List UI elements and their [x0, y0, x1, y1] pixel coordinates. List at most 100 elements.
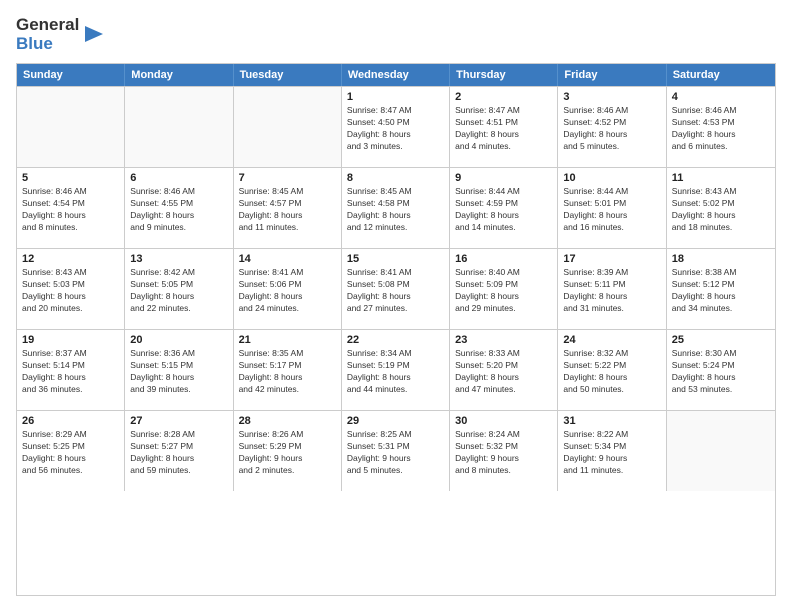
cell-info: Sunrise: 8:24 AMSunset: 5:32 PMDaylight:…	[455, 429, 552, 477]
calendar-cell-3-4: 23 Sunrise: 8:33 AMSunset: 5:20 PMDayligh…	[450, 330, 558, 410]
day-number: 16	[455, 253, 552, 265]
calendar-cell-4-4: 30 Sunrise: 8:24 AMSunset: 5:32 PMDayligh…	[450, 411, 558, 491]
header-day-thursday: Thursday	[450, 64, 558, 86]
header-day-friday: Friday	[558, 64, 666, 86]
day-number: 22	[347, 334, 444, 346]
day-number: 14	[239, 253, 336, 265]
day-number: 6	[130, 172, 227, 184]
day-number: 1	[347, 91, 444, 103]
calendar-cell-4-3: 29 Sunrise: 8:25 AMSunset: 5:31 PMDayligh…	[342, 411, 450, 491]
day-number: 23	[455, 334, 552, 346]
logo-blue: Blue	[16, 35, 79, 54]
logo-general: General	[16, 16, 79, 35]
day-number: 9	[455, 172, 552, 184]
day-number: 13	[130, 253, 227, 265]
cell-info: Sunrise: 8:46 AMSunset: 4:55 PMDaylight:…	[130, 186, 227, 234]
day-number: 17	[563, 253, 660, 265]
calendar-cell-3-2: 21 Sunrise: 8:35 AMSunset: 5:17 PMDayligh…	[234, 330, 342, 410]
cell-info: Sunrise: 8:36 AMSunset: 5:15 PMDaylight:…	[130, 348, 227, 396]
cell-info: Sunrise: 8:41 AMSunset: 5:06 PMDaylight:…	[239, 267, 336, 315]
calendar-row-4: 19Sunrise: 8:37 AMSunset: 5:14 PMDayligh…	[17, 329, 775, 410]
calendar-cell-3-0: 19Sunrise: 8:37 AMSunset: 5:14 PMDayligh…	[17, 330, 125, 410]
calendar-cell-4-6	[667, 411, 775, 491]
cell-info: Sunrise: 8:41 AMSunset: 5:08 PMDaylight:…	[347, 267, 444, 315]
cell-info: Sunrise: 8:46 AMSunset: 4:54 PMDaylight:…	[22, 186, 119, 234]
calendar-cell-0-5: 3Sunrise: 8:46 AMSunset: 4:52 PMDaylight…	[558, 87, 666, 167]
calendar-row-1: 1 Sunrise: 8:47 AMSunset: 4:50 PMDaylight…	[17, 86, 775, 167]
cell-info: Sunrise: 8:38 AMSunset: 5:12 PMDaylight:…	[672, 267, 770, 315]
cell-info: Sunrise: 8:45 AMSunset: 4:58 PMDaylight:…	[347, 186, 444, 234]
day-number: 5	[22, 172, 119, 184]
calendar-cell-4-1: 27 Sunrise: 8:28 AMSunset: 5:27 PMDayligh…	[125, 411, 233, 491]
cell-info: Sunrise: 8:35 AMSunset: 5:17 PMDaylight:…	[239, 348, 336, 396]
calendar-row-3: 12Sunrise: 8:43 AMSunset: 5:03 PMDayligh…	[17, 248, 775, 329]
header-day-saturday: Saturday	[667, 64, 775, 86]
calendar-cell-1-4: 9Sunrise: 8:44 AMSunset: 4:59 PMDaylight…	[450, 168, 558, 248]
header: General Blue	[16, 16, 776, 53]
calendar-cell-0-4: 2 Sunrise: 8:47 AMSunset: 4:51 PMDaylight…	[450, 87, 558, 167]
calendar-cell-2-2: 14 Sunrise: 8:41 AMSunset: 5:06 PMDayligh…	[234, 249, 342, 329]
calendar-cell-1-2: 7 Sunrise: 8:45 AMSunset: 4:57 PMDaylight…	[234, 168, 342, 248]
day-number: 25	[672, 334, 770, 346]
cell-info: Sunrise: 8:40 AMSunset: 5:09 PMDaylight:…	[455, 267, 552, 315]
day-number: 8	[347, 172, 444, 184]
calendar-cell-1-1: 6 Sunrise: 8:46 AMSunset: 4:55 PMDaylight…	[125, 168, 233, 248]
calendar-cell-4-2: 28Sunrise: 8:26 AMSunset: 5:29 PMDayligh…	[234, 411, 342, 491]
calendar-cell-2-0: 12Sunrise: 8:43 AMSunset: 5:03 PMDayligh…	[17, 249, 125, 329]
day-number: 12	[22, 253, 119, 265]
cell-info: Sunrise: 8:33 AMSunset: 5:20 PMDaylight:…	[455, 348, 552, 396]
header-day-sunday: Sunday	[17, 64, 125, 86]
cell-info: Sunrise: 8:22 AMSunset: 5:34 PMDaylight:…	[563, 429, 660, 477]
cell-info: Sunrise: 8:34 AMSunset: 5:19 PMDaylight:…	[347, 348, 444, 396]
cell-info: Sunrise: 8:42 AMSunset: 5:05 PMDaylight:…	[130, 267, 227, 315]
day-number: 15	[347, 253, 444, 265]
calendar-header: SundayMondayTuesdayWednesdayThursdayFrid…	[17, 64, 775, 86]
cell-info: Sunrise: 8:26 AMSunset: 5:29 PMDaylight:…	[239, 429, 336, 477]
cell-info: Sunrise: 8:45 AMSunset: 4:57 PMDaylight:…	[239, 186, 336, 234]
calendar-cell-2-1: 13 Sunrise: 8:42 AMSunset: 5:05 PMDayligh…	[125, 249, 233, 329]
calendar-cell-0-0	[17, 87, 125, 167]
cell-info: Sunrise: 8:43 AMSunset: 5:02 PMDaylight:…	[672, 186, 770, 234]
cell-info: Sunrise: 8:30 AMSunset: 5:24 PMDaylight:…	[672, 348, 770, 396]
day-number: 26	[22, 415, 119, 427]
calendar-cell-3-1: 20Sunrise: 8:36 AMSunset: 5:15 PMDayligh…	[125, 330, 233, 410]
calendar-cell-2-5: 17Sunrise: 8:39 AMSunset: 5:11 PMDayligh…	[558, 249, 666, 329]
calendar-cell-0-2	[234, 87, 342, 167]
cell-info: Sunrise: 8:37 AMSunset: 5:14 PMDaylight:…	[22, 348, 119, 396]
day-number: 4	[672, 91, 770, 103]
calendar-body: 1 Sunrise: 8:47 AMSunset: 4:50 PMDaylight…	[17, 86, 775, 491]
day-number: 24	[563, 334, 660, 346]
day-number: 27	[130, 415, 227, 427]
day-number: 7	[239, 172, 336, 184]
calendar-cell-1-3: 8 Sunrise: 8:45 AMSunset: 4:58 PMDaylight…	[342, 168, 450, 248]
calendar-cell-2-4: 16 Sunrise: 8:40 AMSunset: 5:09 PMDayligh…	[450, 249, 558, 329]
calendar-cell-0-3: 1 Sunrise: 8:47 AMSunset: 4:50 PMDaylight…	[342, 87, 450, 167]
cell-info: Sunrise: 8:29 AMSunset: 5:25 PMDaylight:…	[22, 429, 119, 477]
logo: General Blue	[16, 16, 103, 53]
header-day-monday: Monday	[125, 64, 233, 86]
day-number: 21	[239, 334, 336, 346]
header-day-wednesday: Wednesday	[342, 64, 450, 86]
calendar-cell-3-5: 24 Sunrise: 8:32 AMSunset: 5:22 PMDayligh…	[558, 330, 666, 410]
cell-info: Sunrise: 8:32 AMSunset: 5:22 PMDaylight:…	[563, 348, 660, 396]
day-number: 2	[455, 91, 552, 103]
day-number: 11	[672, 172, 770, 184]
calendar-cell-2-6: 18Sunrise: 8:38 AMSunset: 5:12 PMDayligh…	[667, 249, 775, 329]
day-number: 30	[455, 415, 552, 427]
cell-info: Sunrise: 8:46 AMSunset: 4:53 PMDaylight:…	[672, 105, 770, 153]
calendar-cell-1-5: 10Sunrise: 8:44 AMSunset: 5:01 PMDayligh…	[558, 168, 666, 248]
day-number: 31	[563, 415, 660, 427]
calendar-cell-1-6: 11 Sunrise: 8:43 AMSunset: 5:02 PMDayligh…	[667, 168, 775, 248]
cell-info: Sunrise: 8:47 AMSunset: 4:50 PMDaylight:…	[347, 105, 444, 153]
cell-info: Sunrise: 8:46 AMSunset: 4:52 PMDaylight:…	[563, 105, 660, 153]
calendar-row-2: 5 Sunrise: 8:46 AMSunset: 4:54 PMDaylight…	[17, 167, 775, 248]
day-number: 29	[347, 415, 444, 427]
calendar-cell-4-5: 31 Sunrise: 8:22 AMSunset: 5:34 PMDayligh…	[558, 411, 666, 491]
cell-info: Sunrise: 8:47 AMSunset: 4:51 PMDaylight:…	[455, 105, 552, 153]
calendar-cell-1-0: 5 Sunrise: 8:46 AMSunset: 4:54 PMDaylight…	[17, 168, 125, 248]
header-day-tuesday: Tuesday	[234, 64, 342, 86]
cell-info: Sunrise: 8:44 AMSunset: 5:01 PMDaylight:…	[563, 186, 660, 234]
cell-info: Sunrise: 8:28 AMSunset: 5:27 PMDaylight:…	[130, 429, 227, 477]
calendar-cell-0-1	[125, 87, 233, 167]
cell-info: Sunrise: 8:25 AMSunset: 5:31 PMDaylight:…	[347, 429, 444, 477]
